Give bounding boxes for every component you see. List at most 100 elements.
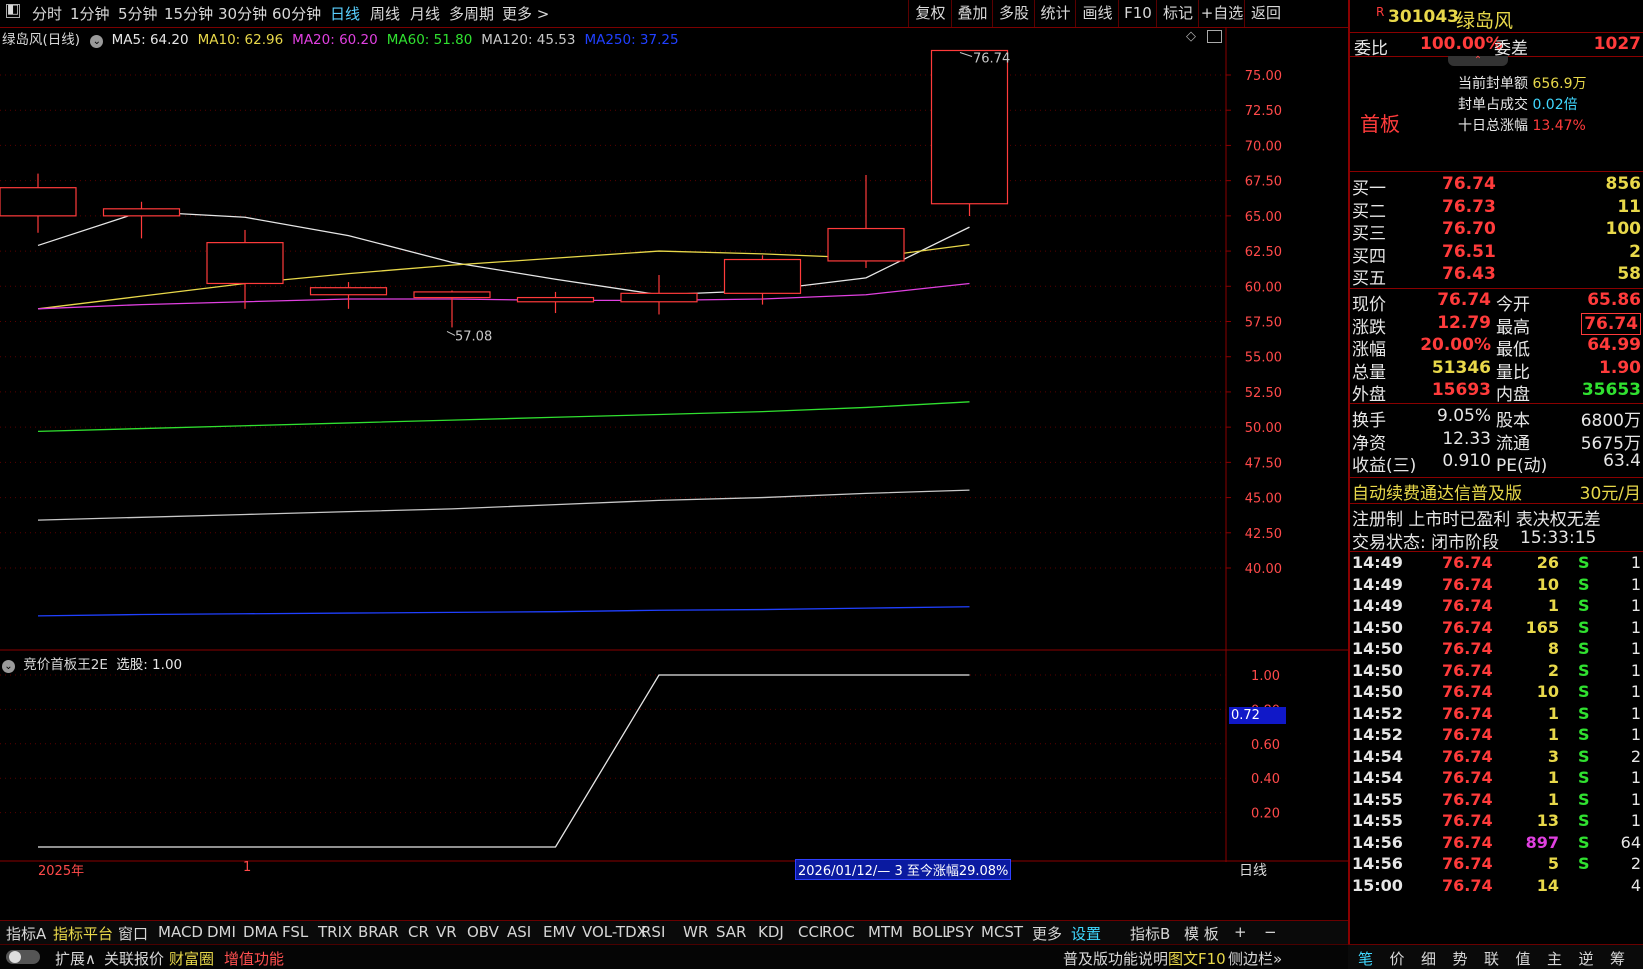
expand-button[interactable]: 扩展∧ (55, 948, 96, 969)
panel-tab[interactable]: 主 (1547, 948, 1562, 969)
period-tab[interactable]: 周线 (370, 3, 400, 24)
indicator-tab[interactable]: 指标平台 (53, 923, 113, 944)
legend-toggle-icon[interactable]: ⌄ (90, 35, 104, 48)
indicator-tab[interactable]: EMV (543, 923, 576, 941)
sidebar-toggle[interactable]: 侧边栏» (1228, 948, 1282, 969)
tool-button[interactable]: 标记 (1156, 0, 1199, 27)
period-tab[interactable]: 1分钟 (70, 3, 110, 24)
fund-row: 收益(三) 0.910 PE(动) 63.4 (1352, 451, 1641, 476)
tick-volume: 1 (1547, 789, 1559, 809)
ma-line-ma60 (37, 401, 970, 433)
indicator-tab[interactable]: BOLL (912, 923, 951, 941)
indicator-tab[interactable]: KDJ (758, 923, 784, 941)
bid-row[interactable]: 买三 76.70 100 (1352, 219, 1641, 244)
indicator-tab[interactable]: PSY (946, 923, 974, 941)
f10-link[interactable]: 图文F10 (1168, 948, 1226, 969)
addon-button[interactable]: 增值功能 (224, 948, 284, 969)
indicator-toggle-icon[interactable]: ⌄ (2, 660, 15, 673)
tick-time: 14:56 (1352, 854, 1403, 873)
indicator-tab[interactable]: MTM (868, 923, 903, 941)
period-tab[interactable]: 15分钟 (164, 3, 213, 24)
period-tab[interactable]: 多周期 (449, 3, 494, 24)
diamond-icon[interactable]: ◇ (1186, 29, 1196, 44)
tool-button[interactable]: 多股 (992, 0, 1035, 27)
indicator-tab[interactable]: VR (436, 923, 457, 941)
tool-button[interactable]: 叠加 (951, 0, 993, 27)
indicator-tab[interactable]: − (1264, 923, 1277, 941)
period-tab[interactable]: 5分钟 (118, 3, 158, 24)
panel-tab[interactable]: 价 (1390, 948, 1405, 969)
indicator-tab[interactable]: MCST (981, 923, 1023, 941)
indicator-tab[interactable]: DMA (243, 923, 278, 941)
promo-row[interactable]: 自动续费通达信普及版 30元/月 (1352, 479, 1641, 504)
tick-time: 14:55 (1352, 811, 1403, 830)
indicator-tab[interactable]: SAR (716, 923, 746, 941)
help-link[interactable]: 普及版功能说明 (1063, 948, 1168, 969)
quote-value: 35653 (1581, 380, 1641, 401)
indicator-tab[interactable]: FSL (282, 923, 308, 941)
tick-row: 14:54 76.74 1 S 1 (1352, 768, 1641, 791)
indicator-tab[interactable]: 指标B (1130, 923, 1170, 944)
indicator-tab[interactable]: TRIX (318, 923, 352, 941)
period-tab[interactable]: 分时 (32, 3, 62, 24)
panel-tab[interactable]: 势 (1453, 948, 1468, 969)
period-tab[interactable]: 更多 > (502, 3, 549, 24)
tick-count: 4 (1630, 875, 1641, 895)
bid-row[interactable]: 买二 76.73 11 (1352, 197, 1641, 222)
bid-row[interactable]: 买四 76.51 2 (1352, 242, 1641, 267)
tick-time: 15:00 (1352, 875, 1403, 895)
indicator-name[interactable]: 竞价首板王2E (23, 657, 108, 673)
period-tab[interactable]: 60分钟 (272, 3, 321, 24)
panel-tab[interactable]: 逆 (1579, 948, 1594, 969)
tool-button[interactable]: 画线 (1075, 0, 1119, 27)
indicator-tab[interactable]: 设置 (1071, 923, 1101, 944)
tool-button[interactable]: +自选 (1198, 0, 1245, 27)
indicator-tab[interactable]: BRAR (358, 923, 399, 941)
indicator-tab[interactable]: + (1234, 923, 1247, 941)
indicator-tab[interactable]: CCI (798, 923, 823, 941)
indicator-tab[interactable]: 模 板 (1184, 923, 1219, 944)
collapse-icon[interactable]: ⌃ (1448, 56, 1508, 66)
bid-row[interactable]: 买一 76.74 856 (1352, 174, 1641, 199)
wealth-circle-button[interactable]: 财富圈 (169, 948, 214, 969)
tick-price: 76.74 (1442, 832, 1493, 852)
related-quote-button[interactable]: 关联报价 (104, 948, 164, 969)
indicator-tab[interactable]: VOL-TDX (582, 923, 647, 941)
indicator-tab[interactable]: MACD (158, 923, 203, 941)
indicator-tab[interactable]: 窗口 (118, 923, 148, 944)
panel-tab[interactable]: 笔 (1358, 948, 1373, 969)
tool-button[interactable]: 返回 (1244, 0, 1287, 27)
tool-button[interactable]: 复权 (908, 0, 952, 27)
tick-count: 2 (1630, 746, 1641, 766)
window-icon[interactable]: ◧ (6, 3, 20, 18)
quote-label: 涨跌 (1352, 317, 1386, 338)
indicator-tab[interactable]: 指标A (6, 923, 46, 944)
indicator-tab[interactable]: WR (683, 923, 708, 941)
tick-row: 15:00 76.74 14 4 (1352, 875, 1641, 899)
period-tab[interactable]: 月线 (410, 3, 440, 24)
indicator-tab[interactable]: RSI (641, 923, 665, 941)
indicator-tab[interactable]: 更多 (1032, 923, 1062, 944)
period-tab[interactable]: 日线 (330, 3, 360, 24)
tick-count: 1 (1630, 596, 1641, 615)
fund-row: 换手 9.05% 股本 6800万 (1352, 406, 1641, 431)
panel-tab[interactable]: 细 (1421, 948, 1436, 969)
kline-chart[interactable]: 75.00 72.50 70.00 67.50 65.00 62.50 60.00 57.50… (0, 27, 1348, 902)
indicator-tab[interactable]: OBV (467, 923, 499, 941)
panel-layout-icon[interactable] (1207, 30, 1222, 43)
period-label[interactable]: 日线 (1239, 860, 1267, 880)
stock-code: 301043 (1388, 7, 1459, 27)
indicator-tab[interactable]: DMI (207, 923, 236, 941)
indicator-value: 选股: 1.00 (116, 657, 183, 673)
indicator-tab[interactable]: ASI (507, 923, 531, 941)
period-tab[interactable]: 30分钟 (218, 3, 267, 24)
indicator-tab[interactable]: ROC (822, 923, 855, 941)
tool-button[interactable]: F10 (1118, 0, 1157, 27)
indicator-tab[interactable]: CR (408, 923, 429, 941)
panel-tab[interactable]: 筹 (1610, 948, 1625, 969)
bid-row[interactable]: 买五 76.43 58 (1352, 264, 1641, 289)
tick-row: 14:49 76.74 10 S 1 (1352, 575, 1641, 598)
panel-tab[interactable]: 值 (1516, 948, 1531, 969)
tool-button[interactable]: 统计 (1034, 0, 1076, 27)
panel-tab[interactable]: 联 (1484, 948, 1499, 969)
